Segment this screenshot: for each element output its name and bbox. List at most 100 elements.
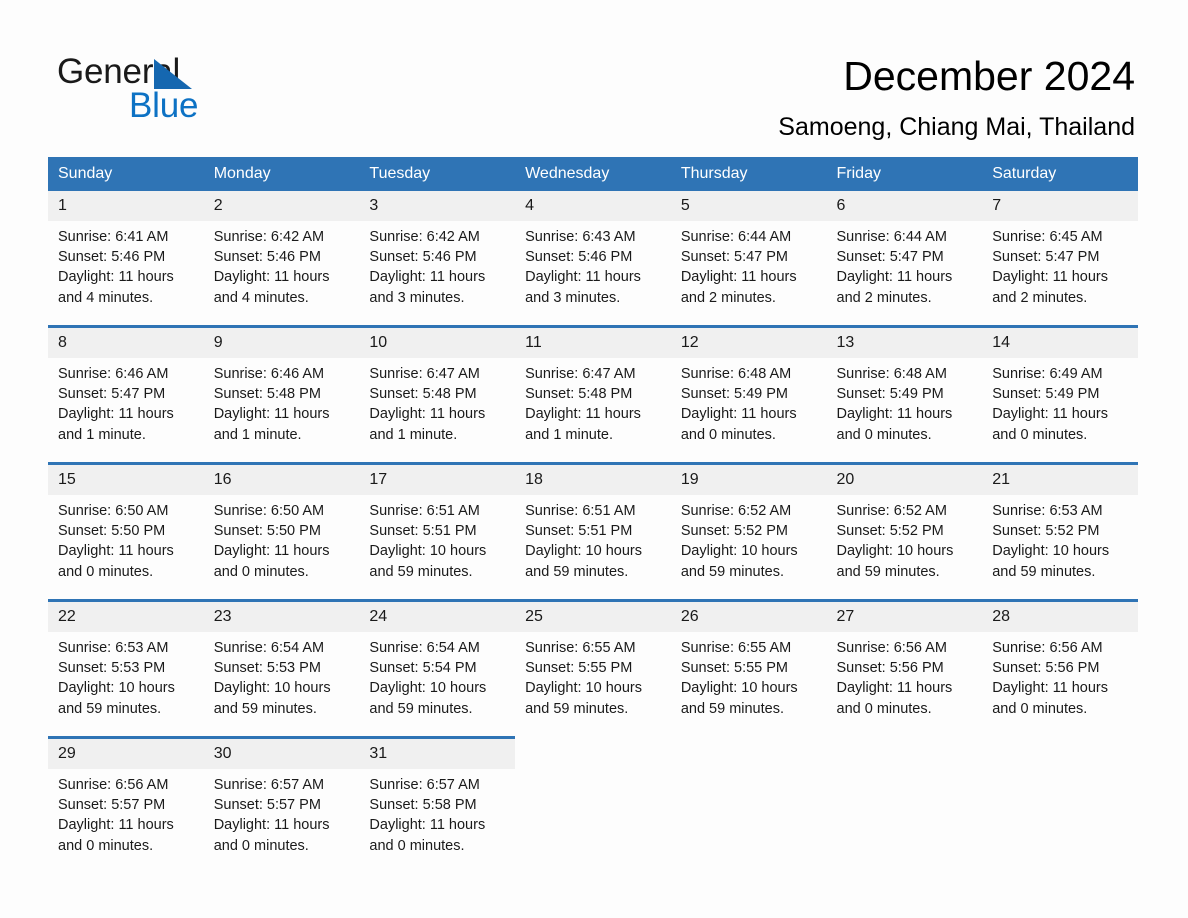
- day-details: Sunrise: 6:41 AM Sunset: 5:46 PM Daylight:…: [48, 221, 204, 308]
- sunrise-text: Sunrise: 6:45 AM: [992, 229, 1103, 245]
- page-header: General Blue December 2024 Samoeng, Chia…: [0, 0, 1188, 150]
- sunrise-text: Sunrise: 6:47 AM: [525, 366, 636, 382]
- day-details: Sunrise: 6:56 AM Sunset: 5:56 PM Daylight:…: [982, 632, 1138, 719]
- sunrise-text: Sunrise: 6:54 AM: [213, 640, 325, 656]
- calendar-day-cell[interactable]: 31 Sunrise: 6:57 AM Sunset: 5:58 PM Dayligh…: [359, 736, 516, 873]
- calendar-day-cell[interactable]: 30 Sunrise: 6:57 AM Sunset: 5:57 PM Dayligh…: [203, 736, 360, 873]
- weekday-header-thursday: Thursday: [670, 157, 827, 191]
- calendar-week-row: 22 Sunrise: 6:53 AM Sunset: 5:53 PM Dayligh…: [48, 599, 1138, 738]
- day-number: 14: [982, 328, 1138, 358]
- sunset-text: Sunset: 5:55 PM: [680, 660, 789, 677]
- daylight-text: Daylight: 11 hours and 0 minutes.: [58, 817, 174, 854]
- calendar-header-row: Sunday Monday Tuesday Wednesday Thursday…: [48, 157, 1138, 191]
- calendar-day-cell[interactable]: 23 Sunrise: 6:54 AM Sunset: 5:53 PM Dayligh…: [203, 599, 360, 738]
- calendar-day-cell[interactable]: 3 Sunrise: 6:42 AM Sunset: 5:46 PM Daylight…: [359, 191, 516, 327]
- calendar-day-cell[interactable]: 6 Sunrise: 6:44 AM Sunset: 5:47 PM Daylight…: [826, 191, 983, 327]
- calendar-day-cell-empty: [670, 737, 827, 873]
- day-number: 19: [670, 465, 827, 495]
- sunset-text: Sunset: 5:55 PM: [525, 660, 633, 677]
- calendar-week-row: 8 Sunrise: 6:46 AM Sunset: 5:47 PM Daylight…: [48, 325, 1138, 464]
- daylight-text: Daylight: 11 hours and 0 minutes.: [992, 680, 1109, 717]
- calendar-day-cell[interactable]: 21 Sunrise: 6:53 AM Sunset: 5:52 PM Dayligh…: [982, 462, 1138, 601]
- daylight-text: Daylight: 11 hours and 0 minutes.: [836, 406, 953, 443]
- daylight-text: Daylight: 11 hours and 2 minutes.: [992, 269, 1109, 306]
- calendar-day-cell[interactable]: 8 Sunrise: 6:46 AM Sunset: 5:47 PM Daylight…: [48, 325, 204, 464]
- calendar-day-cell[interactable]: 15 Sunrise: 6:50 AM Sunset: 5:50 PM Dayligh…: [48, 462, 204, 601]
- sunset-text: Sunset: 5:47 PM: [58, 386, 166, 403]
- calendar-day-cell[interactable]: 14 Sunrise: 6:49 AM Sunset: 5:49 PM Dayligh…: [982, 325, 1138, 464]
- calendar-day-cell[interactable]: 13 Sunrise: 6:48 AM Sunset: 5:49 PM Dayligh…: [826, 325, 983, 464]
- sunrise-text: Sunrise: 6:42 AM: [213, 229, 325, 245]
- day-number: 9: [203, 328, 360, 358]
- day-number: 1: [48, 191, 204, 221]
- day-details: Sunrise: 6:46 AM Sunset: 5:47 PM Daylight:…: [48, 358, 204, 445]
- calendar-week-row: 1 Sunrise: 6:41 AM Sunset: 5:46 PM Daylight…: [48, 191, 1138, 327]
- calendar-day-cell[interactable]: 5 Sunrise: 6:44 AM Sunset: 5:47 PM Daylight…: [670, 191, 827, 327]
- day-details: Sunrise: 6:50 AM Sunset: 5:50 PM Daylight:…: [204, 495, 360, 582]
- calendar-day-cell[interactable]: 19 Sunrise: 6:52 AM Sunset: 5:52 PM Dayligh…: [670, 462, 827, 601]
- calendar-day-cell[interactable]: 27 Sunrise: 6:56 AM Sunset: 5:56 PM Dayligh…: [826, 599, 983, 738]
- day-number: 12: [670, 328, 827, 358]
- calendar-day-cell[interactable]: 18 Sunrise: 6:51 AM Sunset: 5:51 PM Dayligh…: [515, 462, 671, 601]
- logo-text-blue: Blue: [129, 86, 199, 125]
- day-details: Sunrise: 6:49 AM Sunset: 5:49 PM Daylight:…: [982, 358, 1138, 445]
- daylight-text: Daylight: 11 hours and 0 minutes.: [213, 817, 330, 854]
- calendar-day-cell[interactable]: 4 Sunrise: 6:43 AM Sunset: 5:46 PM Daylight…: [515, 191, 671, 327]
- sunset-text: Sunset: 5:49 PM: [992, 386, 1100, 403]
- calendar-day-cell[interactable]: 24 Sunrise: 6:54 AM Sunset: 5:54 PM Dayligh…: [359, 599, 516, 738]
- calendar-day-cell-empty: [826, 737, 983, 873]
- sunset-text: Sunset: 5:46 PM: [369, 249, 477, 266]
- sunset-text: Sunset: 5:53 PM: [213, 660, 321, 677]
- daylight-text: Daylight: 11 hours and 0 minutes.: [680, 406, 797, 443]
- calendar-day-cell[interactable]: 17 Sunrise: 6:51 AM Sunset: 5:51 PM Dayligh…: [359, 462, 516, 601]
- calendar-week-row: 29 Sunrise: 6:56 AM Sunset: 5:57 PM Dayligh…: [48, 736, 1138, 873]
- calendar-day-cell[interactable]: 7 Sunrise: 6:45 AM Sunset: 5:47 PM Daylight…: [982, 191, 1138, 327]
- calendar-day-cell[interactable]: 28 Sunrise: 6:56 AM Sunset: 5:56 PM Dayligh…: [982, 599, 1138, 738]
- calendar-day-cell[interactable]: 11 Sunrise: 6:47 AM Sunset: 5:48 PM Dayligh…: [515, 325, 671, 464]
- day-details: Sunrise: 6:42 AM Sunset: 5:46 PM Daylight:…: [359, 221, 515, 308]
- daylight-text: Daylight: 11 hours and 0 minutes.: [369, 817, 486, 854]
- calendar-day-cell[interactable]: 29 Sunrise: 6:56 AM Sunset: 5:57 PM Dayligh…: [48, 736, 204, 873]
- sunrise-text: Sunrise: 6:56 AM: [58, 777, 169, 793]
- calendar-day-cell[interactable]: 9 Sunrise: 6:46 AM Sunset: 5:48 PM Daylight…: [203, 325, 360, 464]
- calendar-day-cell[interactable]: 10 Sunrise: 6:47 AM Sunset: 5:48 PM Dayligh…: [359, 325, 516, 464]
- sunset-text: Sunset: 5:52 PM: [680, 523, 789, 540]
- sunrise-text: Sunrise: 6:57 AM: [369, 777, 480, 793]
- sunset-text: Sunset: 5:50 PM: [58, 523, 166, 540]
- calendar-day-cell[interactable]: 16 Sunrise: 6:50 AM Sunset: 5:50 PM Dayligh…: [203, 462, 360, 601]
- daylight-text: Daylight: 11 hours and 0 minutes.: [58, 543, 174, 580]
- sunrise-text: Sunrise: 6:48 AM: [680, 366, 792, 382]
- daylight-text: Daylight: 10 hours and 59 minutes.: [680, 543, 798, 580]
- sunset-text: Sunset: 5:48 PM: [213, 386, 321, 403]
- daylight-text: Daylight: 10 hours and 59 minutes.: [992, 543, 1110, 580]
- sunset-text: Sunset: 5:57 PM: [58, 797, 166, 814]
- daylight-text: Daylight: 11 hours and 1 minute.: [369, 406, 486, 443]
- sunrise-text: Sunrise: 6:50 AM: [213, 503, 325, 519]
- triangle-icon: [154, 59, 192, 89]
- calendar-day-cell[interactable]: 12 Sunrise: 6:48 AM Sunset: 5:49 PM Dayligh…: [670, 325, 827, 464]
- sunrise-text: Sunrise: 6:46 AM: [213, 366, 325, 382]
- calendar-day-cell[interactable]: 1 Sunrise: 6:41 AM Sunset: 5:46 PM Daylight…: [48, 191, 204, 327]
- day-number: 8: [48, 328, 204, 358]
- day-details: Sunrise: 6:44 AM Sunset: 5:47 PM Daylight:…: [671, 221, 827, 308]
- daylight-text: Daylight: 10 hours and 59 minutes.: [836, 543, 954, 580]
- calendar-day-cell-empty: [982, 737, 1138, 873]
- calendar-day-cell[interactable]: 22 Sunrise: 6:53 AM Sunset: 5:53 PM Dayligh…: [48, 599, 204, 738]
- calendar-day-cell[interactable]: 25 Sunrise: 6:55 AM Sunset: 5:55 PM Dayligh…: [515, 599, 671, 738]
- daylight-text: Daylight: 11 hours and 0 minutes.: [992, 406, 1109, 443]
- sunset-text: Sunset: 5:54 PM: [369, 660, 477, 677]
- day-details: Sunrise: 6:54 AM Sunset: 5:53 PM Daylight:…: [204, 632, 360, 719]
- sunrise-text: Sunrise: 6:52 AM: [836, 503, 947, 519]
- day-number: 4: [515, 191, 671, 221]
- day-number: 15: [48, 465, 204, 495]
- calendar-body: 1 Sunrise: 6:41 AM Sunset: 5:46 PM Daylight…: [48, 191, 1138, 873]
- generalblue-logo[interactable]: General Blue: [57, 52, 317, 130]
- calendar-day-cell[interactable]: 2 Sunrise: 6:42 AM Sunset: 5:46 PM Daylight…: [203, 191, 360, 327]
- weekday-header-tuesday: Tuesday: [359, 157, 516, 191]
- calendar-page: General Blue December 2024 Samoeng, Chia…: [0, 0, 1188, 918]
- sunrise-text: Sunrise: 6:47 AM: [369, 366, 480, 382]
- day-details: Sunrise: 6:53 AM Sunset: 5:52 PM Daylight:…: [982, 495, 1138, 582]
- day-number: 28: [982, 602, 1138, 632]
- calendar-day-cell[interactable]: 20 Sunrise: 6:52 AM Sunset: 5:52 PM Dayligh…: [826, 462, 983, 601]
- calendar-day-cell[interactable]: 26 Sunrise: 6:55 AM Sunset: 5:55 PM Dayligh…: [670, 599, 827, 738]
